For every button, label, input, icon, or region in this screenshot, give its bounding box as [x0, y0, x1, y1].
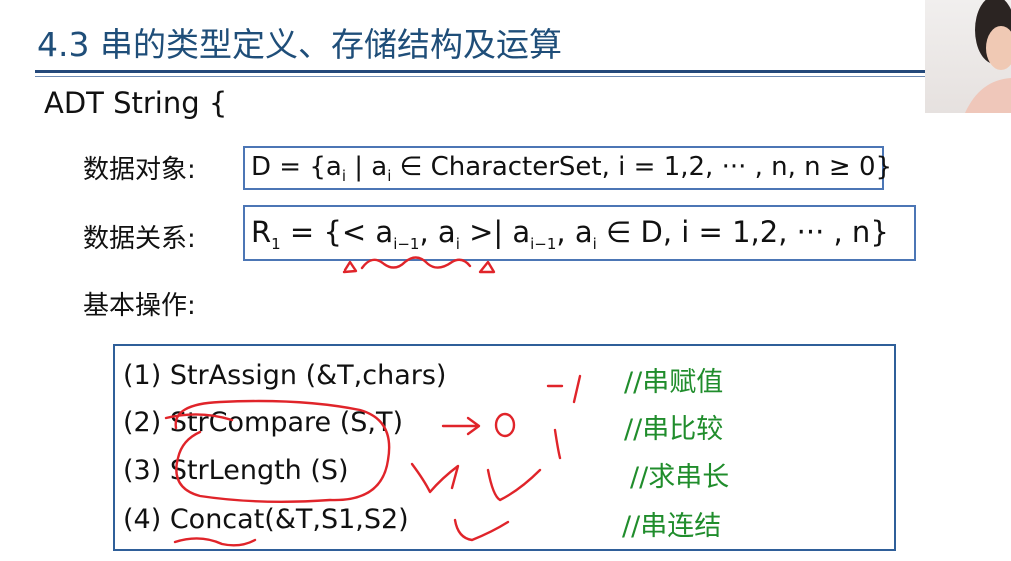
check-mark-1	[486, 468, 542, 502]
tick-mark-1	[553, 428, 562, 460]
v-mark	[410, 462, 460, 494]
triangle-mark-right	[478, 260, 496, 274]
triangle-mark-left	[342, 260, 358, 274]
one-mark	[572, 374, 582, 404]
check-mark-2	[453, 518, 510, 542]
arrow-mark	[441, 416, 481, 436]
wavy-underline	[360, 256, 472, 270]
concat-underline	[173, 537, 257, 547]
zero-mark	[494, 412, 516, 438]
pen-annotations	[164, 256, 582, 547]
